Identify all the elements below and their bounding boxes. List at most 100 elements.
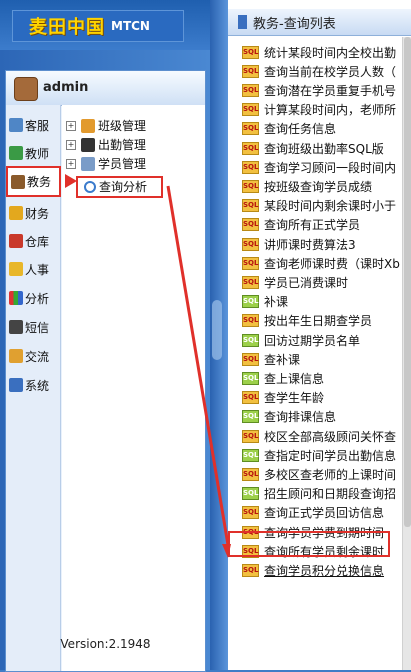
list-title: 教务-查询列表 [253, 16, 336, 32]
query-item-label: 查询所有正式学员 [264, 218, 361, 233]
query-item-label: 查询当前在校学员人数（ [264, 64, 397, 79]
query-list-item[interactable]: SQL 查询所有正式学员 [242, 216, 360, 234]
query-list-item[interactable]: SQL 按班级查询学员成绩 [242, 177, 372, 195]
nav-item-customer-service[interactable]: 客服 [9, 113, 61, 137]
sql-icon: SQL [242, 448, 259, 462]
nav-item-finance[interactable]: 财务 [9, 201, 61, 225]
sql-icon: SQL [242, 487, 259, 501]
query-list-item[interactable]: SQL 查学生年龄 [242, 389, 324, 407]
query-item-label: 回访过期学员名单 [264, 333, 361, 348]
query-item-label: 多校区查老师的上课时间 [264, 467, 397, 482]
query-list-item[interactable]: SQL 查询老师课时费（课时Xb [242, 254, 400, 272]
query-list-item[interactable]: SQL 查询当前在校学员人数（ [242, 62, 396, 80]
logo: 麦田中国 MTCN [12, 10, 184, 42]
nav-item-academic[interactable]: 教务 [6, 166, 61, 197]
query-item-label: 招生顾问和日期段查询招 [264, 487, 397, 502]
sql-icon: SQL [242, 141, 259, 155]
expand-icon[interactable]: + [66, 120, 76, 131]
query-item-label: 查上课信息 [264, 371, 325, 386]
top-banner: 麦田中国 MTCN [0, 0, 228, 50]
sql-icon: SQL [242, 371, 259, 385]
query-item-label: 按班级查询学员成绩 [264, 179, 373, 194]
tree-node-attendance[interactable]: + 出勤管理 [66, 136, 146, 153]
query-list-item[interactable]: SQL 查询任务信息 [242, 120, 336, 138]
avatar[interactable] [14, 77, 38, 101]
scrollbar-thumb[interactable] [404, 37, 411, 527]
query-list-item[interactable]: SQL 计算某段时间内，老师所 [242, 101, 396, 119]
sql-icon: SQL [242, 103, 259, 117]
hr-icon [9, 262, 23, 276]
query-item-label: 查询任务信息 [264, 122, 337, 137]
query-list-item[interactable]: SQL 学员已消费课时 [242, 273, 348, 291]
nav-label: 财务 [25, 206, 50, 221]
selection-highlight [76, 176, 163, 198]
tree-label: 学员管理 [98, 157, 147, 171]
nav-label: 教师 [25, 146, 50, 161]
left-panel: admin 客服 教师 教务 财务 仓库 人事 分析 短信 交流 系统 + 班级管… [5, 70, 206, 672]
sql-icon: SQL [242, 45, 259, 59]
splitter-grip[interactable] [212, 300, 222, 360]
scrollbar[interactable] [402, 37, 411, 670]
query-item-label: 讲师课时费算法3 [264, 237, 356, 252]
query-list-item[interactable]: SQL 校区全部高级顾问关怀查 [242, 427, 396, 445]
query-list-panel: 教务-查询列表 SQL 统计某段时间内全校出勤 SQL 查询当前在校学员人数（ SQL 查… [228, 0, 411, 670]
sql-icon: SQL [242, 179, 259, 193]
tree-node-student-management[interactable]: + 学员管理 [66, 155, 146, 172]
user-bar: admin [6, 71, 205, 106]
user-name: admin [43, 80, 89, 95]
query-list-item[interactable]: SQL 某段时间内剩余课时小于 [242, 197, 396, 215]
nav-label: 分析 [25, 291, 50, 306]
query-list-item[interactable]: SQL 查询班级出勤率SQL版 [242, 139, 384, 157]
query-list-item[interactable]: SQL 讲师课时费算法3 [242, 235, 356, 253]
pointer-arrow [65, 174, 77, 188]
sql-icon: SQL [242, 429, 259, 443]
customer-service-icon [9, 118, 23, 132]
nav-label: 短信 [25, 320, 50, 335]
nav-item-warehouse[interactable]: 仓库 [9, 229, 61, 253]
document-icon [238, 15, 247, 29]
chat-icon [9, 349, 23, 363]
nav-label: 客服 [25, 118, 50, 133]
nav-item-hr[interactable]: 人事 [9, 257, 61, 281]
query-list-item[interactable]: SQL 查补课 [242, 350, 300, 368]
query-item-label: 统计某段时间内全校出勤 [264, 45, 397, 60]
tree-node-class-management[interactable]: + 班级管理 [66, 117, 146, 134]
warehouse-icon [9, 234, 23, 248]
nav-item-analysis[interactable]: 分析 [9, 286, 61, 310]
nav-item-chat[interactable]: 交流 [9, 344, 61, 368]
expand-icon[interactable]: + [66, 139, 76, 150]
module-nav: 客服 教师 教务 财务 仓库 人事 分析 短信 交流 系统 [6, 105, 61, 671]
sql-icon: SQL [242, 275, 259, 289]
nav-item-system[interactable]: 系统 [9, 373, 61, 397]
logo-sub: MTCN [111, 19, 150, 33]
nav-label: 系统 [25, 378, 50, 393]
sms-icon [9, 320, 23, 334]
query-item-label: 补课 [264, 295, 289, 310]
query-item-label: 查补课 [264, 352, 301, 367]
sql-icon: SQL [242, 333, 259, 347]
query-item-label: 查询潜在学员重复手机号 [264, 83, 397, 98]
menu-tree: + 班级管理 + 出勤管理 + 学员管理 查询分析 [62, 105, 205, 671]
query-list-item[interactable]: SQL 查询排课信息 [242, 408, 336, 426]
query-list-item[interactable]: SQL 按出年生日期查学员 [242, 312, 372, 330]
query-list-item[interactable]: SQL 查询正式学员回访信息 [242, 504, 384, 522]
query-item-label: 查询老师课时费（课时Xb [264, 256, 400, 271]
query-item-label: 学员已消费课时 [264, 275, 349, 290]
nav-item-teacher[interactable]: 教师 [9, 141, 61, 165]
query-list-item[interactable]: SQL 查询潜在学员重复手机号 [242, 81, 396, 99]
query-list-item[interactable]: SQL 查询学习顾问一段时间内 [242, 158, 396, 176]
query-list-item[interactable]: SQL 多校区查老师的上课时间 [242, 465, 396, 483]
list-header: 教务-查询列表 [228, 9, 411, 36]
query-item-label: 查询学员积分兑换信息 [264, 563, 385, 578]
sql-icon: SQL [242, 83, 259, 97]
nav-item-sms[interactable]: 短信 [9, 315, 61, 339]
teacher-icon [9, 146, 23, 160]
query-list-item[interactable]: SQL 查指定时间学员出勤信息 [242, 446, 396, 464]
query-list-item[interactable]: SQL 补课 [242, 293, 288, 311]
query-list-item[interactable]: SQL 招生顾问和日期段查询招 [242, 485, 396, 503]
query-list-item[interactable]: SQL 查询学员积分兑换信息 [242, 561, 384, 579]
expand-icon[interactable]: + [66, 158, 76, 169]
query-list-item[interactable]: SQL 统计某段时间内全校出勤 [242, 43, 396, 61]
query-list-item[interactable]: SQL 回访过期学员名单 [242, 331, 360, 349]
query-list-item[interactable]: SQL 查上课信息 [242, 369, 324, 387]
